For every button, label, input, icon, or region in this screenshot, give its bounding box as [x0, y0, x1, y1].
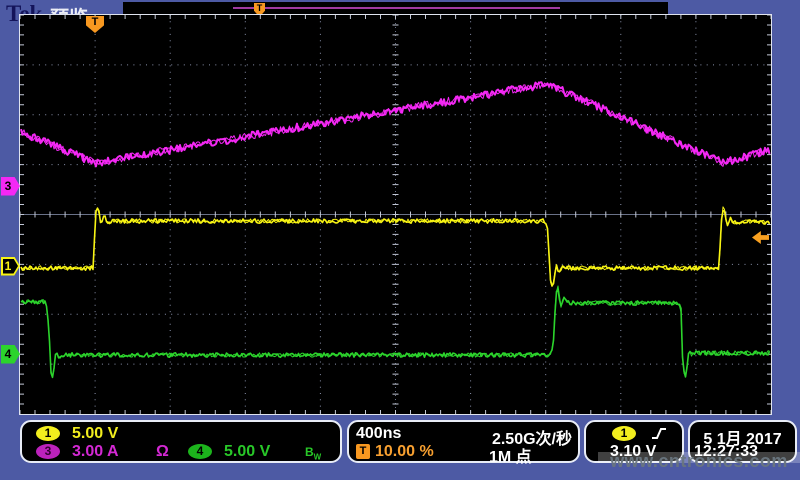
ch3-badge[interactable]: 3 — [36, 444, 60, 459]
ch1-scale-readout: 5.00 V — [72, 425, 118, 443]
record-length-readout: 1M 点 — [489, 443, 532, 467]
ch4-bandwidth-icon: BW — [305, 445, 321, 461]
trigger-t-badge: T — [356, 444, 370, 459]
channel3-position-marker[interactable]: 3 — [1, 177, 20, 196]
channel1-marker-label: 1 — [1, 257, 20, 276]
trigger-position-readout: 10.00 % — [375, 443, 434, 461]
channel1-position-marker[interactable]: 1 — [1, 257, 20, 276]
bw-w: W — [314, 452, 322, 461]
trigger-source-badge[interactable]: 1 — [612, 426, 636, 441]
graticule — [19, 14, 772, 415]
ch1-badge[interactable]: 1 — [36, 426, 60, 441]
oscilloscope-screen: Tek 预览 T T 3 1 4 1 5.00 V 3 3.00 A Ω 4 5… — [0, 0, 800, 480]
channel-readout-box[interactable]: 1 5.00 V 3 3.00 A Ω 4 5.00 V BW — [20, 420, 342, 463]
channel3-marker-label: 3 — [1, 177, 20, 196]
watermark-text: www.cntronics.com — [598, 451, 800, 472]
channel4-marker-label: 4 — [1, 345, 20, 364]
ch4-scale-readout: 5.00 V — [224, 443, 270, 461]
ch4-badge[interactable]: 4 — [188, 444, 212, 459]
horizontal-readout-box[interactable]: 400ns 2.50G次/秒 T 10.00 % 1M 点 — [347, 420, 580, 463]
bw-b: B — [305, 445, 314, 459]
rising-edge-icon — [650, 426, 668, 441]
waveform-svg — [20, 15, 771, 414]
channel4-position-marker[interactable]: 4 — [1, 345, 20, 364]
timebase-readout: 400ns — [356, 425, 401, 443]
record-window-line — [233, 7, 560, 9]
ch3-coupling-readout: Ω — [156, 443, 169, 461]
ch3-scale-readout: 3.00 A — [72, 443, 119, 461]
